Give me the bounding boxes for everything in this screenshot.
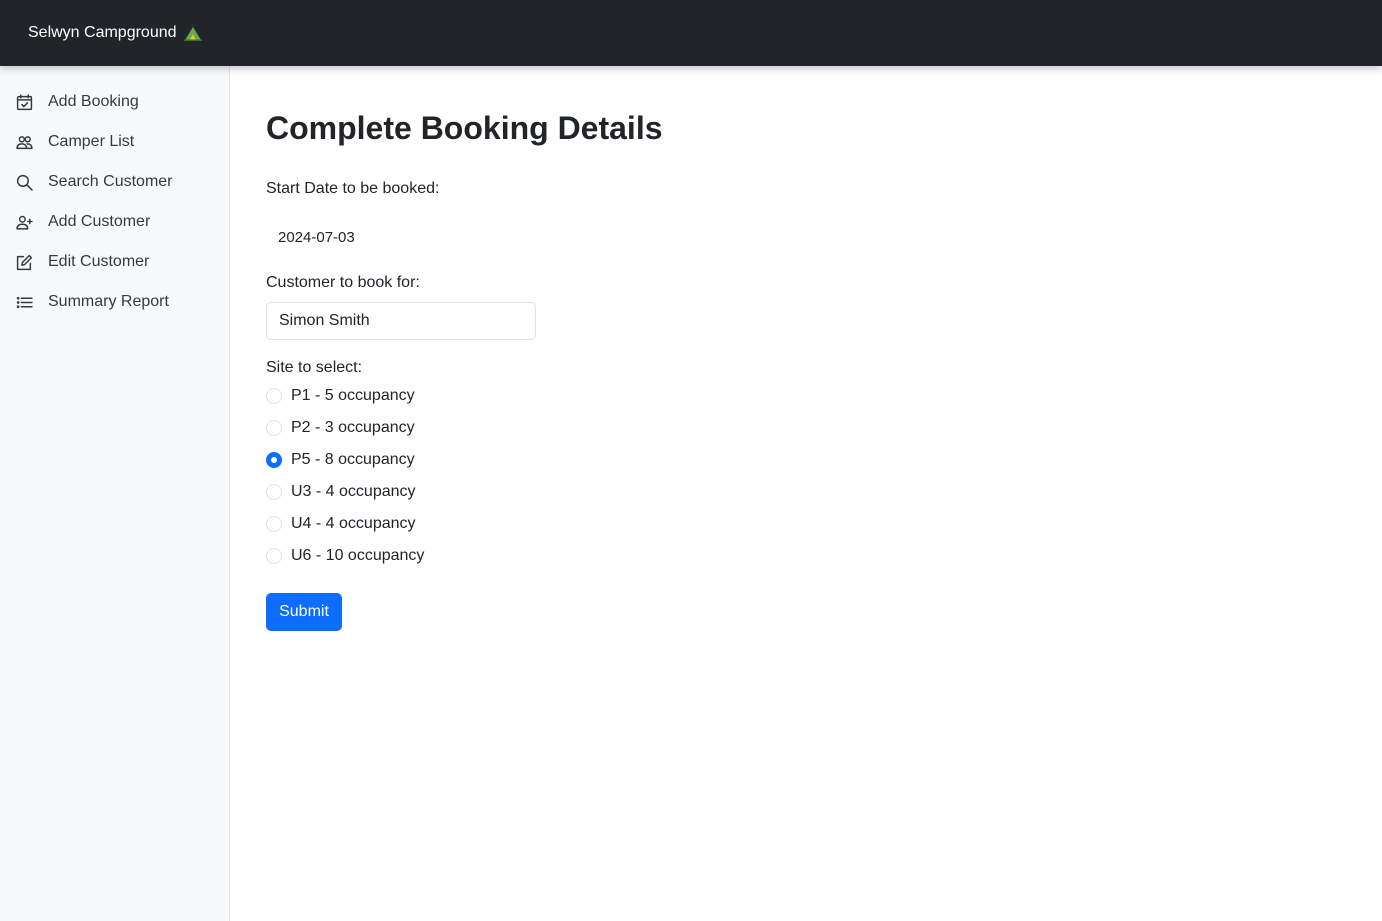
page-title: Complete Booking Details — [266, 110, 663, 146]
site-option-p2[interactable]: P2 - 3 occupancy — [266, 412, 1346, 444]
sidebar-item-label: Edit Customer — [48, 253, 150, 270]
site-radio[interactable] — [266, 420, 282, 436]
pencil-square-icon — [15, 253, 33, 271]
site-option-p1[interactable]: P1 - 5 occupancy — [266, 380, 1346, 412]
sidebar-item-edit-customer[interactable]: Edit Customer — [0, 242, 229, 282]
person-add-icon — [15, 213, 33, 231]
site-option-label: U4 - 4 occupancy — [291, 515, 416, 532]
submit-button[interactable]: Submit — [266, 593, 342, 631]
site-radio[interactable] — [266, 388, 282, 404]
site-option-label: U6 - 10 occupancy — [291, 547, 425, 564]
site-option-label: P2 - 3 occupancy — [291, 419, 415, 436]
people-icon — [15, 133, 33, 151]
top-navbar: Selwyn Campground — [0, 0, 1382, 66]
sidebar-item-search-customer[interactable]: Search Customer — [0, 162, 229, 202]
site-option-label: P1 - 5 occupancy — [291, 387, 415, 404]
customer-label: Customer to book for: — [266, 274, 420, 291]
site-radio[interactable] — [266, 516, 282, 532]
site-option-u6[interactable]: U6 - 10 occupancy — [266, 540, 1346, 572]
sidebar-item-label: Camper List — [48, 133, 135, 150]
brand-name: Selwyn Campground — [28, 24, 177, 41]
site-radio[interactable] — [266, 484, 282, 500]
calendar-check-icon — [15, 93, 33, 111]
search-icon — [15, 173, 33, 191]
sidebar-item-add-booking[interactable]: Add Booking — [0, 82, 229, 122]
start-date-label: Start Date to be booked: — [266, 180, 440, 197]
sidebar-item-label: Search Customer — [48, 173, 173, 190]
camping-tent-emoji-icon — [183, 25, 202, 41]
sidebar-item-camper-list[interactable]: Camper List — [0, 122, 229, 162]
sidebar-item-summary-report[interactable]: Summary Report — [0, 282, 229, 322]
site-option-u3[interactable]: U3 - 4 occupancy — [266, 476, 1346, 508]
main-content: Complete Booking Details Start Date to b… — [266, 66, 1346, 631]
site-option-label: P5 - 8 occupancy — [291, 451, 415, 468]
sidebar: Add Booking Camper List Search Customer … — [0, 66, 230, 921]
sidebar-item-label: Add Booking — [48, 93, 139, 110]
list-icon — [15, 293, 33, 311]
site-option-label: U3 - 4 occupancy — [291, 483, 416, 500]
start-date-value: 2024-07-03 — [278, 229, 355, 246]
sidebar-item-add-customer[interactable]: Add Customer — [0, 202, 229, 242]
site-radio[interactable] — [266, 548, 282, 564]
brand-link[interactable]: Selwyn Campground — [28, 24, 202, 42]
site-radio-group: P1 - 5 occupancy P2 - 3 occupancy P5 - 8… — [266, 380, 1346, 572]
customer-input[interactable] — [266, 302, 536, 340]
site-label: Site to select: — [266, 359, 363, 376]
sidebar-item-label: Summary Report — [48, 293, 169, 310]
site-radio[interactable] — [266, 452, 282, 468]
sidebar-item-label: Add Customer — [48, 213, 151, 230]
site-option-p5[interactable]: P5 - 8 occupancy — [266, 444, 1346, 476]
site-option-u4[interactable]: U4 - 4 occupancy — [266, 508, 1346, 540]
